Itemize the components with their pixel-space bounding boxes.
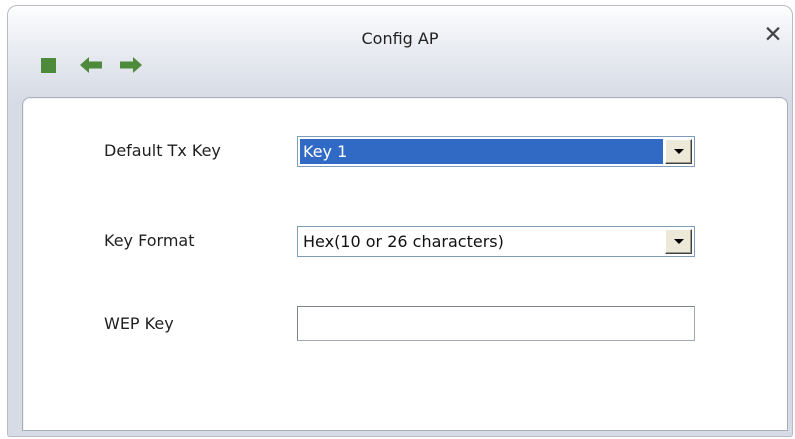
wep-key-input[interactable] (297, 306, 695, 341)
window-title: Config AP (361, 29, 439, 48)
back-arrow-icon[interactable] (78, 53, 102, 77)
chevron-down-icon[interactable] (665, 139, 692, 164)
default-tx-key-value: Key 1 (300, 139, 663, 164)
default-tx-key-label: Default Tx Key (104, 141, 221, 160)
chevron-down-icon[interactable] (665, 229, 692, 254)
close-button[interactable]: ✕ (762, 24, 784, 47)
key-format-value: Hex(10 or 26 characters) (303, 232, 504, 251)
toolbar (38, 53, 142, 77)
stop-square-icon[interactable] (38, 53, 62, 77)
key-format-label: Key Format (104, 231, 195, 250)
wep-key-label: WEP Key (104, 314, 174, 333)
key-format-select[interactable]: Hex(10 or 26 characters) (297, 226, 695, 257)
default-tx-key-select[interactable]: Key 1 (297, 136, 695, 167)
forward-arrow-icon[interactable] (118, 53, 142, 77)
